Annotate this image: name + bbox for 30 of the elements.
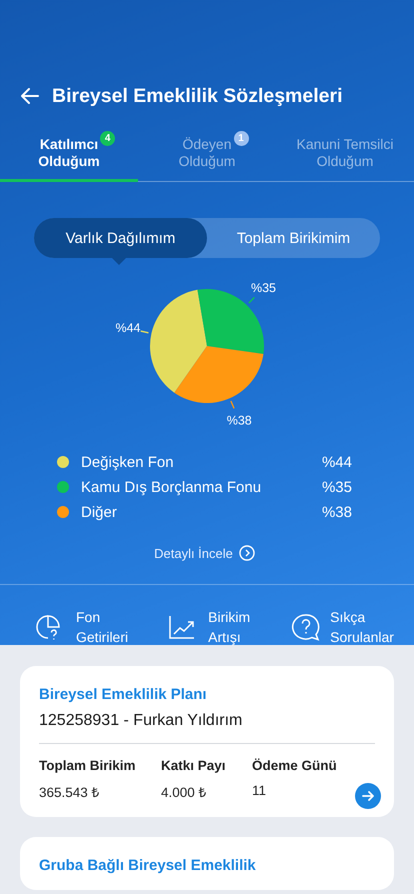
count-badge: 1 [234, 131, 249, 146]
field-label: Katkı Payı [161, 758, 227, 773]
field-value: 365.543 ₺ [39, 784, 101, 801]
tab[interactable]: Ödeyen 1 Olduğum [138, 132, 276, 182]
detail-link[interactable]: Detaylı İncele [154, 545, 255, 561]
shortcut-button[interactable]: Birikim Artışı [166, 607, 250, 647]
card-title: Gruba Bağlı Bireysel Emeklilik [39, 857, 257, 874]
percent-label: %35 [250, 280, 276, 295]
field-value: 4.000 ₺ [161, 784, 208, 801]
contract-holder: 125258931 - Furkan Yıldırım [39, 712, 375, 744]
percent-value: %44 [322, 454, 352, 470]
legend-label: Kamu Dış Borçlanma Fonu [81, 478, 262, 496]
shortcut-button[interactable]: Fon Getirileri [34, 607, 128, 647]
card-title: Bireysel Emeklilik Planı [39, 686, 208, 703]
percent-label: %38 [226, 413, 252, 428]
segment-tab[interactable]: Toplam Birikimim [207, 218, 380, 258]
page-title: Bireysel Emeklilik Sözleşmeleri [52, 84, 343, 108]
tab[interactable]: Katılımcı 4 Olduğum [0, 132, 138, 182]
count-badge: 4 [100, 131, 116, 146]
legend-label: Değişken Fon [81, 454, 175, 470]
percent-label: %44 [115, 321, 140, 336]
field-label: Toplam Birikim [39, 758, 137, 773]
segment-tab[interactable]: Varlık Dağılımım [34, 218, 207, 258]
percent-value: %35 [322, 478, 352, 496]
percent-value: %38 [322, 504, 352, 520]
tab[interactable]: Kanuni Temsilci Olduğum [276, 132, 414, 182]
legend-label: Diğer [81, 504, 118, 520]
field-value: 11 [252, 783, 268, 798]
shortcut-button[interactable]: Sıkça Sorulanlar [288, 607, 394, 647]
field-label: Ödeme Günü [252, 758, 337, 773]
